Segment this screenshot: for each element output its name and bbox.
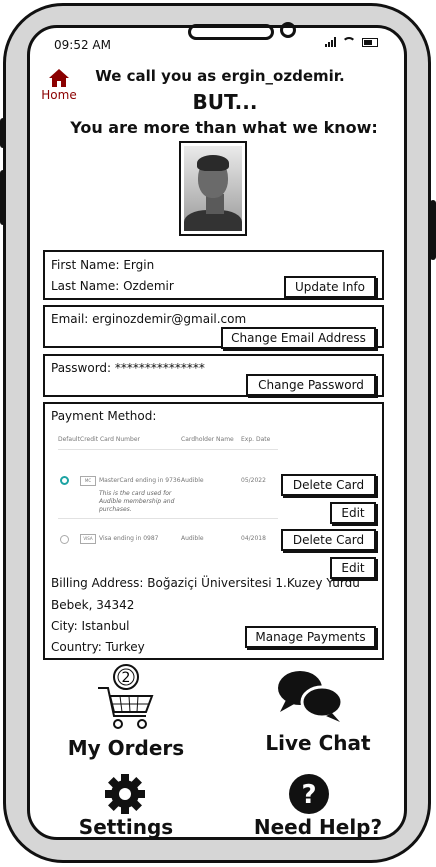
- home-label: Home: [41, 88, 77, 102]
- settings-label[interactable]: Settings: [74, 815, 178, 839]
- first-name-text: First Name: Ergin: [51, 258, 155, 272]
- billing-country: Country: Turkey: [51, 640, 145, 654]
- col-holder-header: Cardholder Name: [181, 436, 234, 443]
- card-radio[interactable]: [60, 535, 69, 544]
- mastercard-icon: MC: [80, 476, 96, 486]
- last-name-text: Last Name: Ozdemir: [51, 279, 174, 293]
- chat-bubbles-icon: [278, 671, 344, 722]
- orders-badge: 2: [122, 670, 131, 686]
- greeting-line-1: We call you as ergin_ozdemir.: [95, 67, 345, 85]
- col-number-header: Credit Card Number: [80, 436, 140, 443]
- email-section: Email: erginozdemir@gmail.com Change Ema…: [43, 305, 384, 349]
- email-text: Email: erginozdemir@gmail.com: [51, 312, 247, 326]
- default-card-radio[interactable]: [60, 476, 69, 485]
- manage-payments-button[interactable]: Manage Payments: [245, 626, 376, 648]
- visa-icon: VISA: [80, 534, 96, 544]
- col-default-header: Default: [58, 436, 80, 443]
- card-holder: Audible: [181, 477, 204, 484]
- wifi-icon: [342, 37, 356, 47]
- update-info-button[interactable]: Update Info: [284, 276, 376, 298]
- col-exp-header: Exp. Date: [241, 436, 271, 443]
- svg-text:?: ?: [301, 780, 316, 810]
- password-text: Password: ***************: [51, 361, 205, 375]
- delete-card-button[interactable]: Delete Card: [281, 529, 376, 551]
- question-mark-icon: ?: [289, 774, 329, 814]
- phone-side-button: [0, 170, 6, 225]
- change-email-button[interactable]: Change Email Address: [221, 327, 376, 349]
- greeting-line-3: You are more than what we know:: [70, 118, 378, 137]
- billing-address-line-2: Bebek, 34342: [51, 598, 135, 612]
- settings-nav-button[interactable]: [104, 773, 146, 815]
- profile-photo: [179, 141, 247, 236]
- card-number: MasterCard ending in 9736: [99, 477, 181, 484]
- card-number: Visa ending in 0987: [99, 535, 159, 542]
- card-exp: 05/2022: [241, 477, 266, 484]
- chat-nav-button[interactable]: [276, 668, 344, 724]
- edit-card-button[interactable]: Edit: [330, 502, 376, 524]
- help-label[interactable]: Need Help?: [248, 815, 388, 839]
- change-password-button[interactable]: Change Password: [246, 374, 376, 396]
- orders-label[interactable]: My Orders: [62, 736, 190, 760]
- help-nav-button[interactable]: ?: [288, 773, 330, 815]
- delete-card-button[interactable]: Delete Card: [281, 474, 376, 496]
- card-holder: Audible: [181, 535, 204, 542]
- payment-section: Payment Method: Default Credit Card Numb…: [43, 402, 384, 660]
- status-time: 09:52 AM: [54, 38, 111, 52]
- greeting-line-2: BUT...: [192, 90, 258, 114]
- battery-icon: [362, 37, 378, 47]
- password-section: Password: *************** Change Passwor…: [43, 354, 384, 397]
- name-section: First Name: Ergin Last Name: Ozdemir Upd…: [43, 250, 384, 300]
- card-exp: 04/2018: [241, 535, 266, 542]
- phone-side-button: [0, 118, 6, 148]
- billing-address-line-1: Billing Address: Boğaziçi Üniversitesi 1…: [51, 576, 360, 590]
- chat-label[interactable]: Live Chat: [258, 731, 378, 755]
- signal-icon: [325, 37, 336, 47]
- billing-city: City: Istanbul: [51, 619, 130, 633]
- status-icons: [325, 37, 378, 47]
- gear-icon: [105, 774, 145, 814]
- orders-nav-button[interactable]: 2: [96, 664, 156, 734]
- card-note: This is the card used for Audible member…: [99, 490, 175, 513]
- phone-side-button: [430, 200, 436, 260]
- shopping-cart-icon: 2: [98, 664, 154, 729]
- payment-title: Payment Method:: [51, 409, 157, 423]
